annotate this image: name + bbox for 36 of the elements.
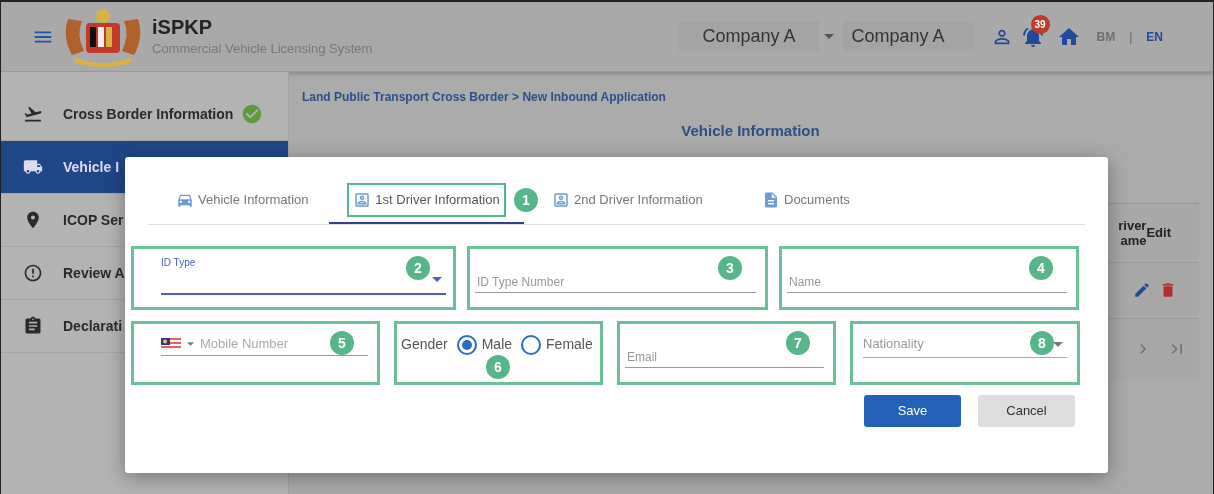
column-header: Edit [1146,223,1171,242]
radio-option[interactable]: Female [521,334,593,355]
edit-icon[interactable] [1133,281,1151,299]
callout-badge: 5 [330,331,354,355]
callout-badge: 7 [786,331,810,355]
column-header: river ame [1117,217,1147,248]
callout-badge: 6 [486,355,510,379]
language-link[interactable]: EN [1146,27,1163,46]
dropdown-caret-icon [432,277,442,282]
dialog-tab[interactable]: Vehicle Information [148,183,329,224]
field-label: Gender [401,335,448,354]
dropdown-caret-icon [824,34,835,39]
notification-badge: 39 [1030,14,1050,34]
app-title: iSPKP [152,14,214,39]
cancel-button[interactable]: Cancel [978,395,1075,427]
callout-badge: 1 [514,188,538,212]
language-separator: | [1129,28,1133,46]
alert-icon [23,263,43,283]
company-field[interactable]: Company A [843,21,975,52]
radio-option[interactable]: Male [456,334,513,355]
page-heading: Vehicle Information [680,121,821,141]
breadcrumb[interactable]: Land Public Transport Cross Border > New Inbound Application [302,88,1199,106]
callout-badge: 4 [1029,256,1053,280]
callout-badge: 8 [1030,331,1054,355]
dropdown-caret-icon [1053,342,1063,347]
plane-icon [23,104,43,124]
flag-icon [161,337,181,350]
clipboard-icon [23,316,43,336]
callout-badge: 2 [406,256,430,280]
dropdown-caret-icon [187,341,194,346]
dialog-tab[interactable]: Documents [734,183,854,224]
person-card-icon [353,191,372,209]
person-card-icon [552,191,570,209]
callout-badge: 3 [718,256,742,280]
document-icon [762,191,780,209]
save-button[interactable]: Save [864,395,961,427]
